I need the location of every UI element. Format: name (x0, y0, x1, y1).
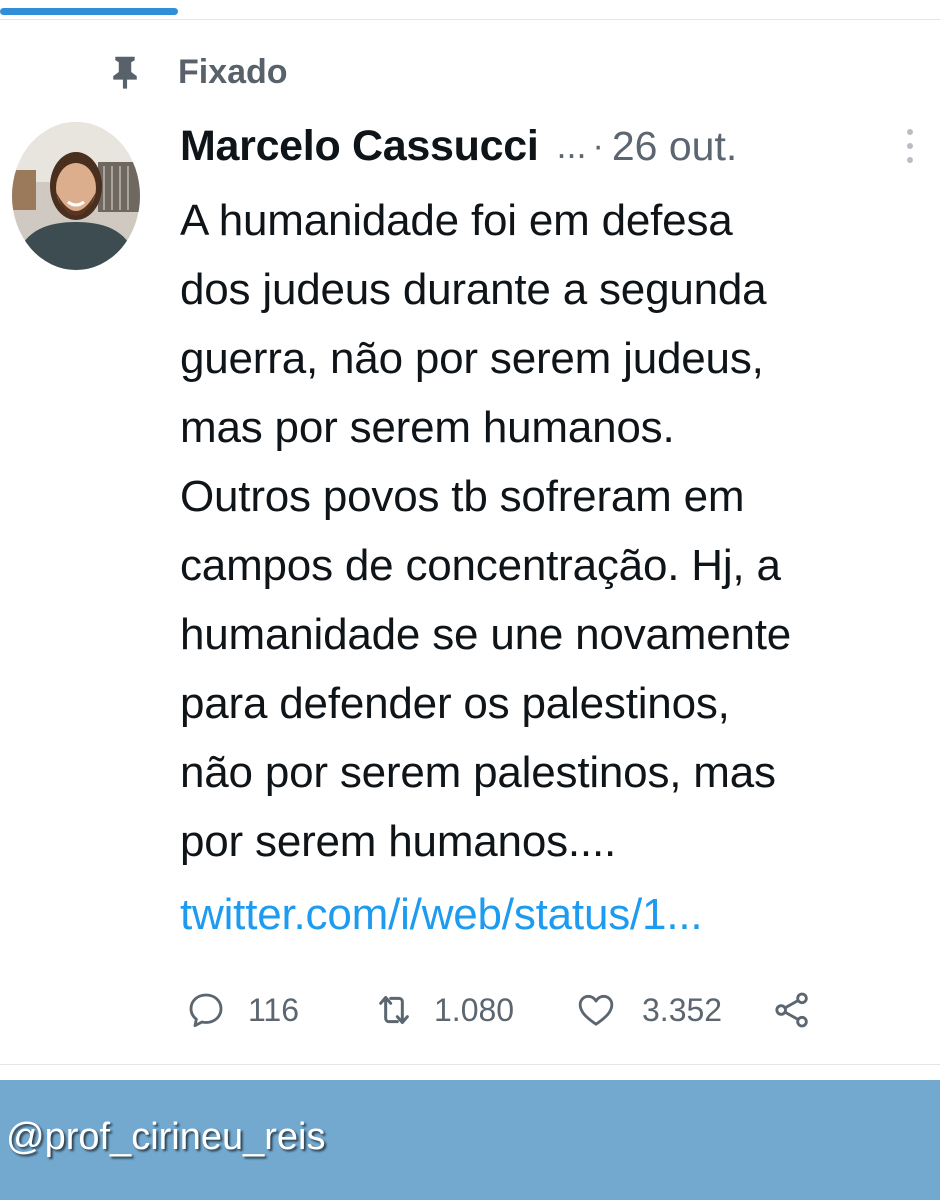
avatar[interactable] (12, 122, 140, 270)
like-button[interactable]: 3.352 (576, 986, 722, 1034)
tweet-text-line: dos judeus durante a segunda (180, 265, 767, 314)
tweet-text: A humanidade foi em defesa dos judeus du… (180, 186, 940, 876)
tweet-text-line: não por serem palestinos, mas (180, 748, 776, 797)
tweet-text-line: por serem humanos.... (180, 817, 616, 866)
tweet-text-line: guerra, não por serem judeus, (180, 334, 764, 383)
separator-dot: · (592, 126, 604, 165)
tweet-text-line: A humanidade foi em defesa (180, 196, 733, 245)
tweet-text-line: Outros povos tb sofreram em (180, 472, 745, 521)
active-tab-indicator (0, 8, 178, 15)
tweet-actions: 116 1.080 3.352 (180, 986, 880, 1034)
avatar-photo (12, 122, 140, 270)
timestamp[interactable]: 26 out. (612, 123, 737, 170)
retweet-count: 1.080 (434, 991, 515, 1028)
tweet-header: Marcelo Cassucci ... · 26 out. (180, 118, 737, 174)
tweet-text-line: humanidade se une novamente (180, 610, 792, 659)
tweet-text-line: mas por serem humanos. (180, 403, 675, 452)
more-options-icon[interactable] (898, 124, 922, 168)
pinned-indicator: Fixado (108, 50, 288, 94)
reply-button[interactable]: 116 (186, 986, 299, 1034)
tweet-text-line: campos de concentração. Hj, a (180, 541, 781, 590)
retweet-button[interactable]: 1.080 (374, 986, 514, 1034)
tweet-text-line: para defender os palestinos, (180, 679, 730, 728)
reply-icon (189, 993, 223, 1028)
pinned-label: Fixado (178, 52, 288, 91)
retweet-icon (379, 996, 409, 1024)
author-name[interactable]: Marcelo Cassucci (180, 122, 539, 171)
like-count: 3.352 (642, 991, 723, 1028)
pin-icon (113, 56, 137, 89)
share-button[interactable] (772, 986, 812, 1034)
share-icon (775, 992, 808, 1028)
watermark: @prof_cirineu_reis (6, 1116, 326, 1158)
author-handle[interactable]: ... (557, 125, 587, 167)
top-divider (0, 19, 940, 20)
bottom-divider (0, 1064, 940, 1065)
tweet-link[interactable]: twitter.com/i/web/status/1... (180, 890, 703, 940)
heart-icon (578, 994, 614, 1026)
reply-count: 116 (248, 991, 300, 1028)
